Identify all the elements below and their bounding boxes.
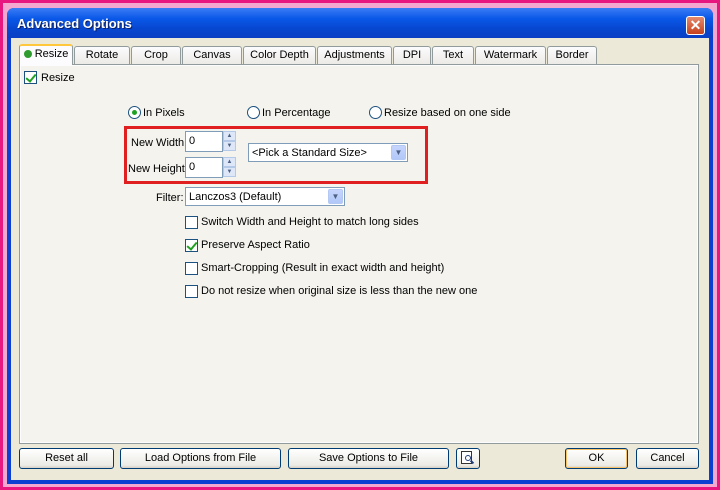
tab-resize[interactable]: Resize [19,44,73,65]
mode-one-side-radio[interactable] [369,106,382,119]
window-title: Advanced Options [17,16,132,31]
tab-canvas[interactable]: Canvas [182,46,242,64]
preserve-aspect-label: Preserve Aspect Ratio [201,239,310,251]
chevron-down-icon[interactable]: ▼ [391,145,406,160]
resize-panel [19,64,699,444]
switch-sides-checkbox[interactable] [185,216,198,229]
filter-value: Lanczos3 (Default) [189,191,282,203]
smart-cropping-checkbox[interactable] [185,262,198,275]
close-icon: ✕ [689,17,702,33]
preview-magnifier-icon [461,451,475,465]
resize-enable-label: Resize [41,72,75,84]
close-button[interactable]: ✕ [686,16,705,35]
spin-up-icon[interactable]: ▲ [223,157,236,167]
cancel-button[interactable]: Cancel [636,448,699,469]
standard-size-select[interactable]: <Pick a Standard Size> ▼ [248,143,408,162]
save-options-button[interactable]: Save Options to File [288,448,449,469]
mode-one-side-label: Resize based on one side [384,107,511,119]
filter-select[interactable]: Lanczos3 (Default) ▼ [185,187,345,206]
tab-rotate[interactable]: Rotate [74,46,130,64]
height-spinner[interactable]: ▲ ▼ [223,157,236,178]
no-upscale-label: Do not resize when original size is less… [201,285,478,297]
mode-pixels-radio[interactable] [128,106,141,119]
tab-border[interactable]: Border [547,46,597,64]
height-label: New Height: [128,163,188,175]
height-input[interactable]: 0 [185,157,223,178]
tab-color-depth[interactable]: Color Depth [243,46,316,64]
dialog-client: Resize Rotate Crop Canvas Color Depth Ad… [11,38,709,480]
ok-button[interactable]: OK [565,448,628,469]
chevron-down-icon[interactable]: ▼ [328,189,343,204]
resize-enable-checkbox[interactable] [24,71,37,84]
width-label: New Width: [131,137,188,149]
preserve-aspect-checkbox[interactable] [185,239,198,252]
spin-down-icon[interactable]: ▼ [223,167,236,177]
tab-dpi[interactable]: DPI [393,46,431,64]
reset-all-button[interactable]: Reset all [19,448,114,469]
tab-watermark[interactable]: Watermark [475,46,546,64]
width-spinner[interactable]: ▲ ▼ [223,131,236,152]
mode-percentage-label: In Percentage [262,107,331,119]
mode-percentage-radio[interactable] [247,106,260,119]
no-upscale-checkbox[interactable] [185,285,198,298]
smart-cropping-label: Smart-Cropping (Result in exact width an… [201,262,445,274]
advanced-options-window: Advanced Options ✕ Resize Rotate Crop Ca… [7,8,713,484]
tab-adjustments[interactable]: Adjustments [317,46,392,64]
tab-text[interactable]: Text [432,46,474,64]
standard-size-value: <Pick a Standard Size> [252,147,367,159]
width-input[interactable]: 0 [185,131,223,152]
active-indicator-icon [23,50,32,58]
load-options-button[interactable]: Load Options from File [120,448,281,469]
mode-pixels-label: In Pixels [143,107,185,119]
tab-crop[interactable]: Crop [131,46,181,64]
filter-label: Filter: [156,192,184,204]
panel-background [21,66,697,442]
preview-button[interactable] [456,448,480,469]
spin-down-icon[interactable]: ▼ [223,141,236,151]
title-bar[interactable]: Advanced Options ✕ [7,8,713,38]
spin-up-icon[interactable]: ▲ [223,131,236,141]
switch-sides-label: Switch Width and Height to match long si… [201,216,419,228]
